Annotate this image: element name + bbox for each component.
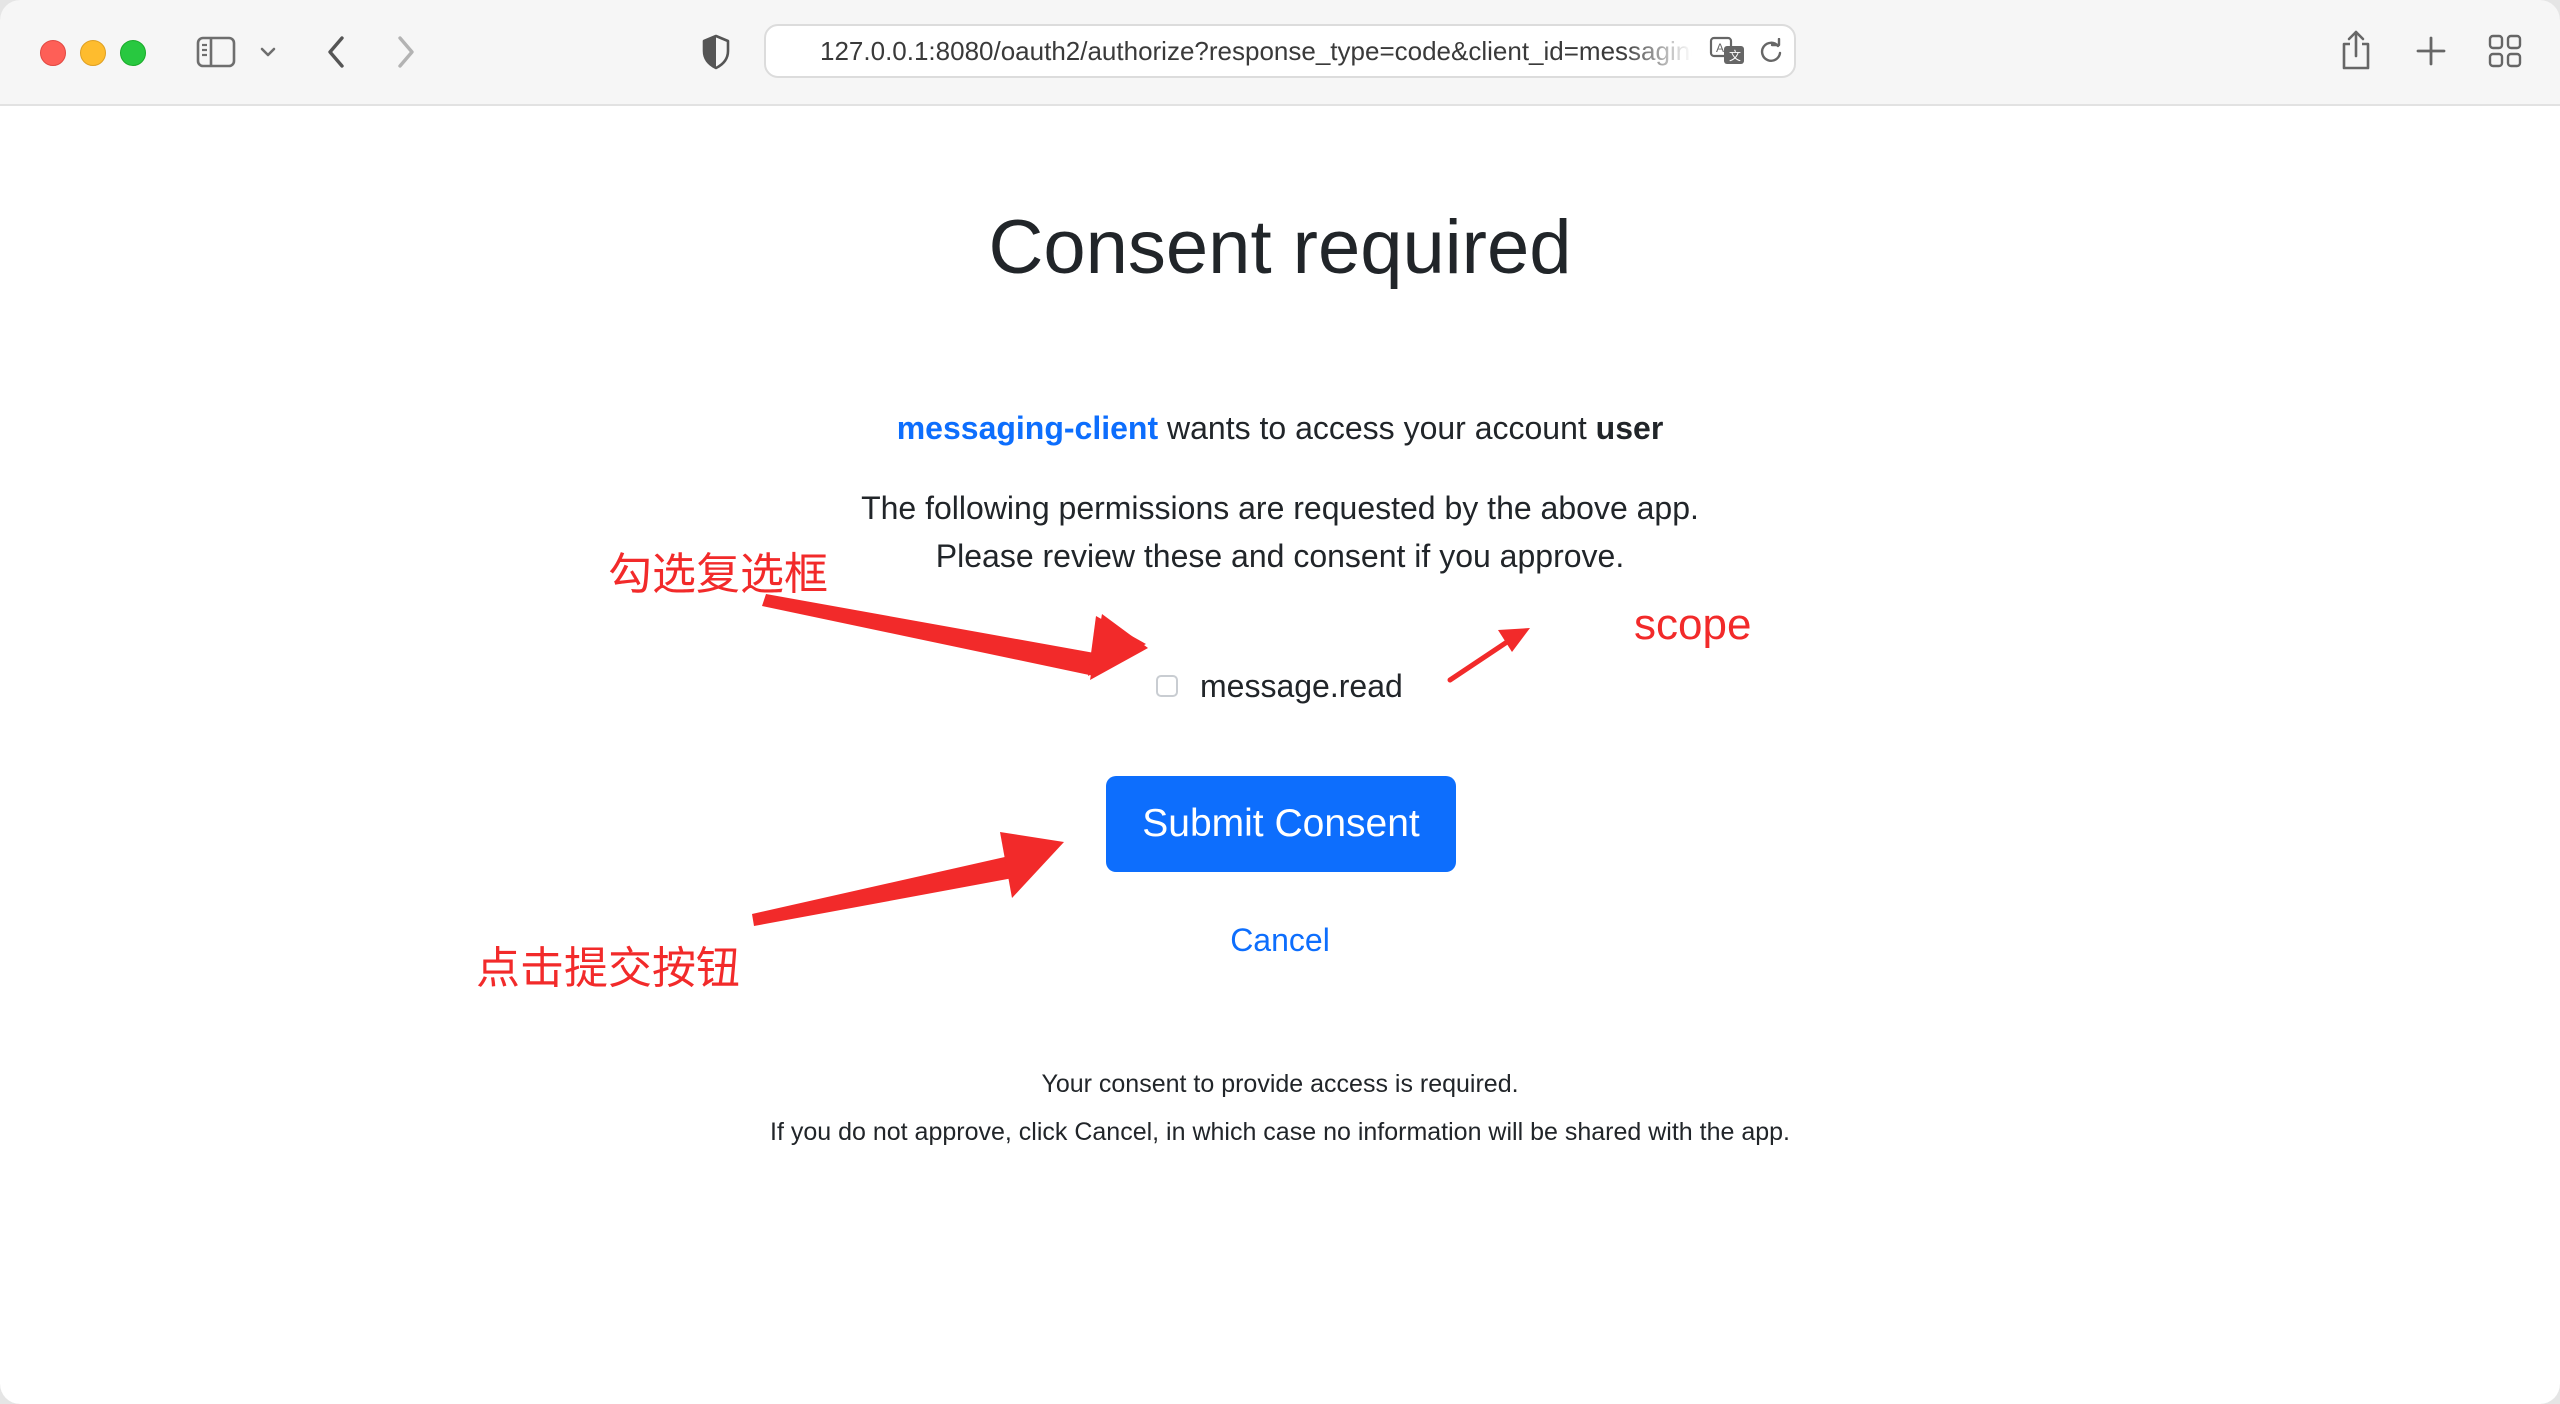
arrow-to-checkbox (762, 594, 1148, 680)
annotation-check-box: 勾选复选框 (608, 550, 828, 599)
chevron-down-icon[interactable] (256, 40, 280, 64)
translate-icon[interactable]: A 文 (1708, 34, 1748, 68)
shield-icon[interactable] (698, 32, 734, 72)
access-request-text: messaging-client wants to access your ac… (0, 410, 2560, 447)
address-bar[interactable]: 127.0.0.1:8080/oauth2/authorize?response… (764, 24, 1796, 78)
forward-icon[interactable] (390, 30, 422, 74)
permissions-line-1: The following permissions are requested … (861, 490, 1699, 526)
zoom-window-button[interactable] (120, 40, 146, 66)
browser-toolbar: 127.0.0.1:8080/oauth2/authorize?response… (0, 0, 2560, 106)
close-window-button[interactable] (40, 40, 66, 66)
new-tab-icon[interactable] (2412, 32, 2450, 70)
back-icon[interactable] (320, 30, 352, 74)
sidebar-icon[interactable] (192, 32, 240, 72)
permissions-line-2: Please review these and consent if you a… (935, 538, 1625, 574)
annotation-scope: scope (1634, 600, 1752, 649)
url-text[interactable]: 127.0.0.1:8080/oauth2/authorize?response… (820, 26, 1692, 76)
tab-overview-icon[interactable] (2486, 32, 2524, 70)
page-title: Consent required (988, 205, 1572, 290)
wants-text: wants to access your account (1158, 410, 1596, 446)
arrow-to-submit (752, 832, 1064, 926)
cancel-link: Cancel (0, 922, 2560, 959)
submit-consent-button[interactable]: Submit Consent (1106, 776, 1456, 872)
cancel-link-text[interactable]: Cancel (1230, 922, 1330, 958)
annotation-submit: 点击提交按钮 (476, 944, 740, 993)
scope-label[interactable]: message.read (1200, 668, 1403, 705)
annotation-arrows (752, 594, 1530, 926)
scope-row[interactable]: message.read (1156, 664, 1403, 708)
consent-page: Consent required messaging-client wants … (0, 106, 2560, 1404)
browser-window: 127.0.0.1:8080/oauth2/authorize?response… (0, 0, 2560, 1404)
arrow-to-scope (1447, 628, 1530, 683)
client-id: messaging-client (896, 410, 1159, 446)
svg-text:文: 文 (1729, 48, 1741, 63)
footer-line-1: Your consent to provide access is requir… (1041, 1070, 1519, 1098)
footer-line-2: If you do not approve, click Cancel, in … (770, 1118, 1790, 1146)
svg-text:A: A (1716, 41, 1724, 55)
scope-checkbox[interactable] (1156, 675, 1178, 697)
share-icon[interactable] (2336, 26, 2376, 74)
minimize-window-button[interactable] (80, 40, 106, 66)
principal-name: user (1595, 410, 1664, 446)
reload-icon[interactable] (1756, 36, 1786, 66)
